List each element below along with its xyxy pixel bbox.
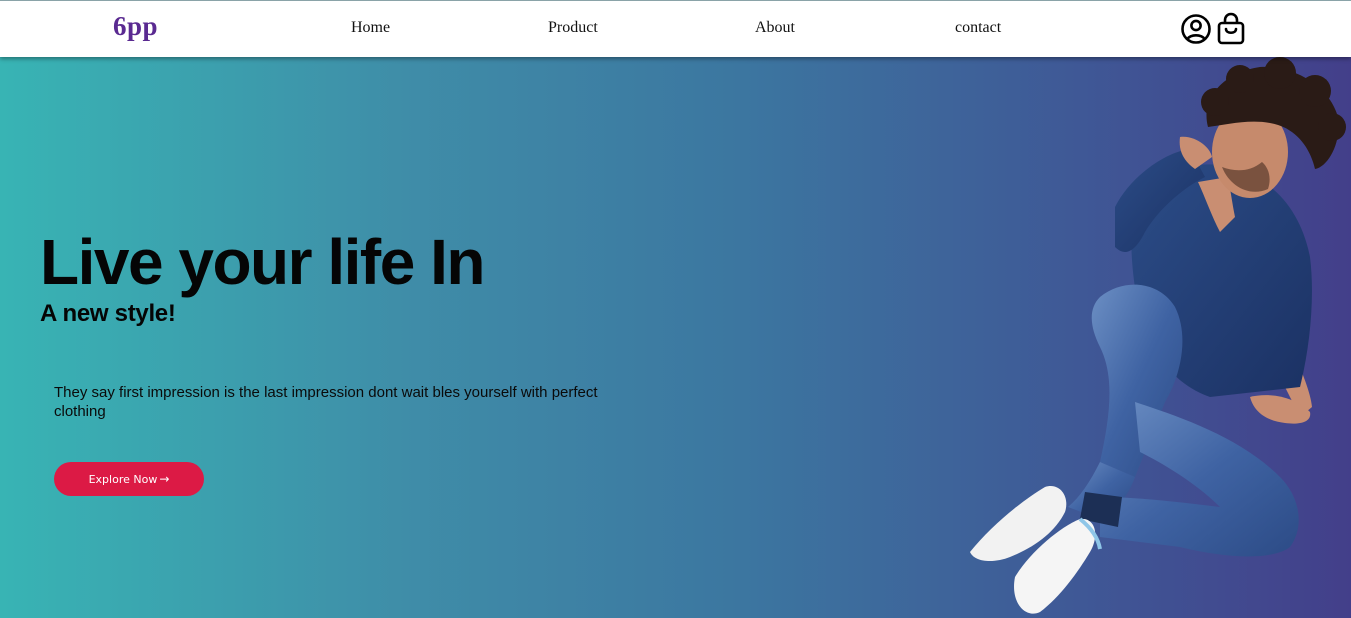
model-photo — [950, 57, 1351, 618]
landing-page: 6pp Home Product About contact Live your… — [0, 0, 1351, 618]
user-circle-icon — [1181, 14, 1211, 44]
nav-link-home[interactable]: Home — [351, 19, 390, 37]
nav-link-contact[interactable]: contact — [955, 19, 1001, 37]
shopping-bag-button[interactable] — [1215, 12, 1247, 46]
explore-now-button[interactable]: Explore Now → — [54, 462, 204, 496]
hero-subtitle: A new style! — [40, 300, 176, 327]
user-account-button[interactable] — [1180, 12, 1212, 46]
hero-section: Live your life In A new style! They say … — [0, 57, 1351, 618]
logo[interactable]: 6pp — [113, 11, 158, 42]
model-figure — [970, 57, 1346, 614]
nav-link-product[interactable]: Product — [548, 19, 598, 37]
explore-now-label: Explore Now — [88, 472, 158, 486]
hero-description: They say first impression is the last im… — [54, 384, 598, 420]
shopping-bag-icon — [1217, 12, 1245, 45]
navbar: 6pp Home Product About contact — [0, 0, 1351, 57]
hero-title: Live your life In — [40, 226, 485, 298]
arrow-right-icon: → — [159, 472, 170, 486]
nav-link-about[interactable]: About — [755, 19, 795, 37]
